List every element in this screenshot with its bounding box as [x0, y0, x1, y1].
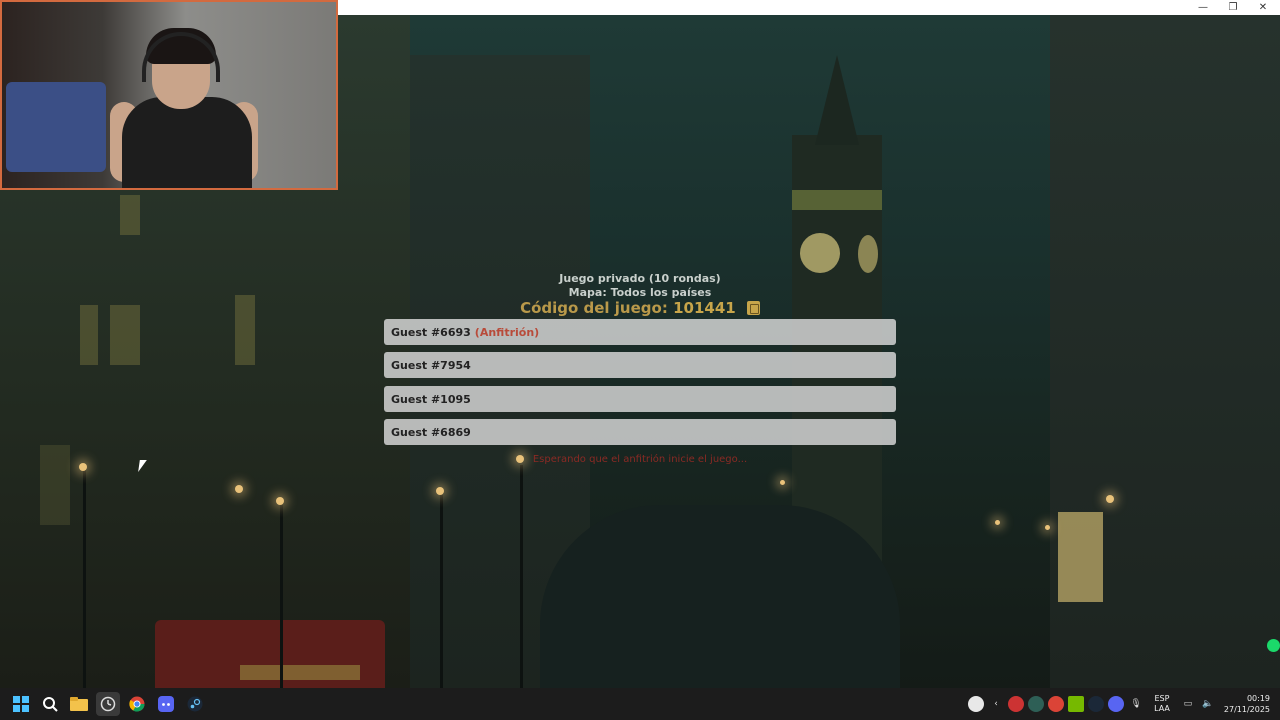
player-name: Guest #6693 [391, 325, 471, 339]
file-explorer-icon[interactable] [67, 692, 91, 716]
tray-network-app-icon[interactable] [1028, 696, 1045, 712]
webcam-bed [6, 82, 106, 172]
maximize-button[interactable]: ❐ [1218, 0, 1248, 15]
desktop-screen: — ❐ ✕ Juego privado (10 rondas) Mapa: To… [0, 0, 1280, 720]
host-tag: (Anfitrión) [474, 325, 540, 339]
tray-steam-icon[interactable] [1088, 696, 1105, 712]
taskbar: ‹ 🎙 ESP LAA ▭ 🔈 00:19 27/11/2025 [0, 688, 1280, 720]
steam-icon[interactable] [183, 692, 207, 716]
map-label: Mapa: Todos los países [568, 286, 712, 299]
status-dot-icon[interactable] [1267, 639, 1280, 652]
clock-app-icon[interactable] [96, 692, 120, 716]
game-code-label: Código del juego: [520, 299, 668, 317]
language-indicator[interactable]: ESP LAA [1154, 694, 1170, 714]
waiting-host-message: Esperando que el anfitrión inicie el jue… [532, 454, 748, 465]
copy-icon[interactable] [746, 301, 760, 315]
tray-nvidia-icon[interactable] [1068, 696, 1085, 712]
lion-statue [540, 505, 900, 688]
windows-start-icon[interactable] [9, 692, 33, 716]
search-icon[interactable] [38, 692, 62, 716]
player-row: Guest #6869 [384, 419, 896, 445]
microphone-icon[interactable]: 🎙 [1128, 696, 1144, 712]
player-name: Guest #6869 [391, 425, 471, 439]
player-row: Guest #6693 (Anfitrión) [384, 319, 896, 345]
player-name: Guest #7954 [391, 358, 471, 372]
tray-chrome-icon[interactable] [1048, 696, 1065, 712]
tray-back-icon[interactable]: ‹ [988, 696, 1004, 712]
tray-discord-icon[interactable] [1108, 696, 1125, 712]
minimize-button[interactable]: — [1188, 0, 1218, 15]
chrome-icon[interactable] [125, 692, 149, 716]
taskbar-clock[interactable]: 00:19 27/11/2025 [1224, 693, 1270, 715]
webcam-overlay [0, 0, 338, 190]
player-row: Guest #7954 [384, 352, 896, 378]
discord-icon[interactable] [154, 692, 178, 716]
player-row: Guest #1095 [384, 386, 896, 412]
tray-app-icon[interactable] [968, 696, 985, 712]
player-name: Guest #1095 [391, 392, 471, 406]
game-code-line: Código del juego: 101441 [384, 299, 896, 317]
system-tray: ‹ 🎙 ESP LAA ▭ 🔈 00:19 27/11/2025 [966, 688, 1280, 720]
network-icon[interactable]: ▭ [1180, 696, 1196, 712]
clock-face [800, 233, 840, 273]
game-type-label: Juego privado (10 rondas) [559, 272, 721, 285]
webcam-streamer [122, 97, 252, 188]
game-code-value: 101441 [673, 299, 736, 317]
tray-record-icon[interactable] [1008, 696, 1025, 712]
close-button[interactable]: ✕ [1248, 0, 1278, 15]
volume-icon[interactable]: 🔈 [1200, 696, 1216, 712]
